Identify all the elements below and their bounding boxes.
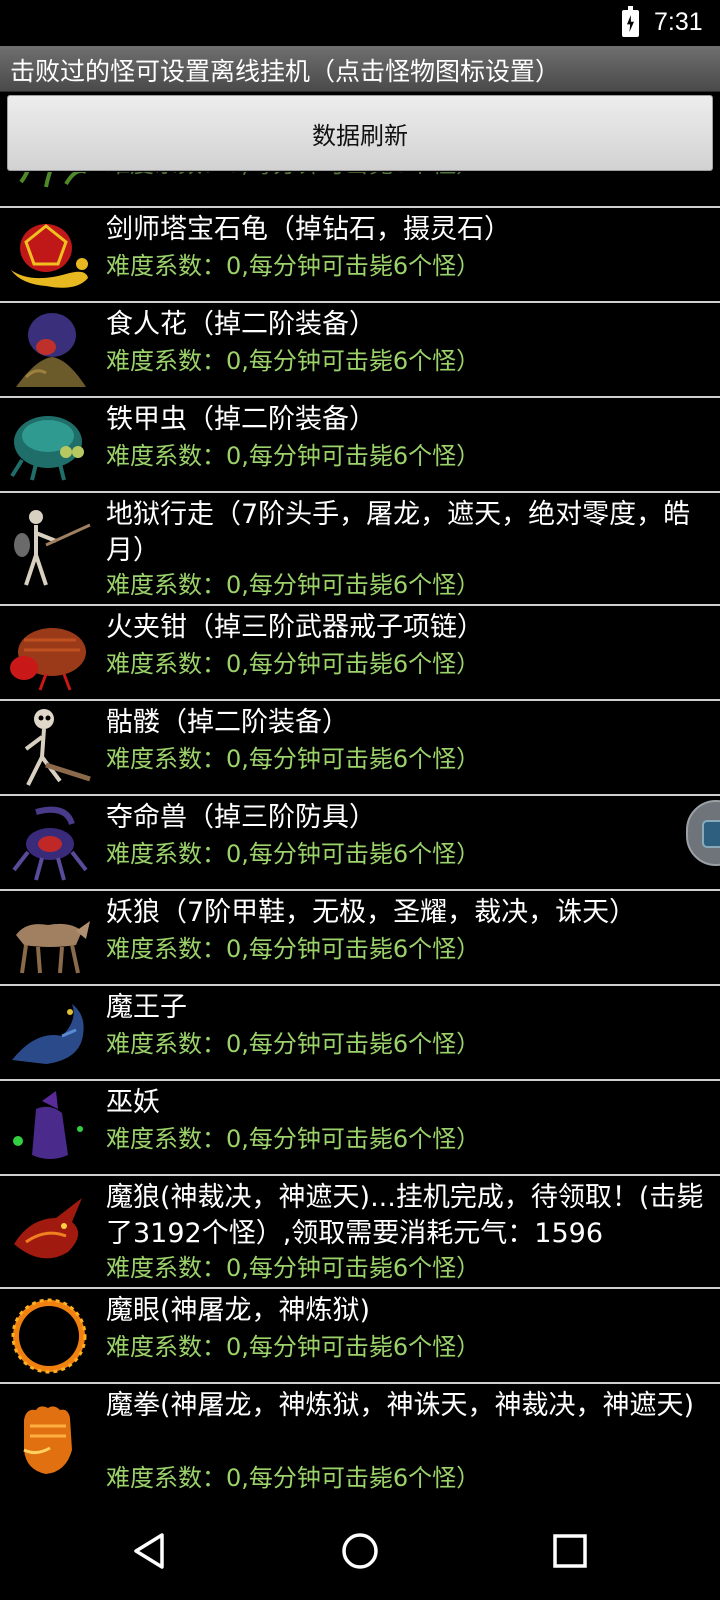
monster-name: 地狱行走（7阶头手，屠龙，遮天，绝对零度，皓月） xyxy=(106,499,691,566)
monster-row[interactable]: 巫妖 难度系数：0,每分钟可击毙6个怪） xyxy=(0,1081,720,1176)
monster-row[interactable]: 铁甲虫（掉二阶装备） 难度系数：0,每分钟可击毙6个怪） xyxy=(0,398,720,493)
monster-name: 魔眼(神屠龙，神炼狱) xyxy=(106,1295,371,1326)
monster-row[interactable]: 妖狼（7阶甲鞋，无极，圣耀，裁决，诛天） 难度系数：0,每分钟可击毙6个怪） xyxy=(0,891,720,986)
monster-row[interactable]: 夺命兽（掉三阶防具） 难度系数：0,每分钟可击毙6个怪） xyxy=(0,796,720,891)
demon-fist-icon[interactable] xyxy=(6,1396,92,1482)
monster-difficulty: 难度系数：0,每分钟可击毙6个怪） xyxy=(106,935,481,963)
monster-name: 火夹钳（掉三阶武器戒子项链） xyxy=(106,612,484,643)
monster-difficulty: 难度系数：0,每分钟可击毙6个怪） xyxy=(106,1464,481,1492)
recents-icon[interactable] xyxy=(548,1529,592,1573)
monster-difficulty: 难度系数：0,每分钟可击毙6个怪） xyxy=(106,1030,481,1058)
page-title: 击败过的怪可设置离线挂机（点击怪物图标设置） xyxy=(10,57,561,86)
monster-difficulty: 难度系数：0,每分钟可击毙6个怪） xyxy=(106,745,481,773)
fire-pincer-crab-icon[interactable] xyxy=(6,610,92,696)
monster-difficulty: 难度系数：0,每分钟可击毙6个怪） xyxy=(106,347,481,375)
monster-row[interactable]: 难度系数：0,每分钟可击毙6个怪） xyxy=(0,172,720,208)
refresh-data-button[interactable]: 数据刷新 xyxy=(7,95,713,171)
back-icon[interactable] xyxy=(128,1529,172,1573)
demon-prince-dragon-icon[interactable] xyxy=(6,990,92,1076)
monster-difficulty: 难度系数：0,每分钟可击毙6个怪） xyxy=(106,840,481,868)
fire-wolf-icon[interactable] xyxy=(6,1188,92,1274)
demon-eye-icon[interactable] xyxy=(6,1293,92,1379)
monster-difficulty: 难度系数：0,每分钟可击毙6个怪） xyxy=(106,442,481,470)
title-bar: 击败过的怪可设置离线挂机（点击怪物图标设置） xyxy=(0,46,720,92)
monster-row[interactable]: 食人花（掉二阶装备） 难度系数：0,每分钟可击毙6个怪） xyxy=(0,303,720,398)
monster-row[interactable]: 地狱行走（7阶头手，屠龙，遮天，绝对零度，皓月） 难度系数：0,每分钟可击毙6个… xyxy=(0,493,720,606)
lich-icon[interactable] xyxy=(6,1085,92,1171)
monster-difficulty: 难度系数：0,每分钟可击毙6个怪） xyxy=(106,172,480,180)
green-plant-monster-icon[interactable] xyxy=(6,172,92,208)
monster-name: 食人花（掉二阶装备） xyxy=(106,309,376,340)
monster-name: 魔拳(神屠龙，神炼狱，神诛天，神裁决，神遮天) xyxy=(106,1390,695,1421)
monster-row[interactable]: 魔眼(神屠龙，神炼狱) 难度系数：0,每分钟可击毙6个怪） xyxy=(0,1289,720,1384)
monster-name: 骷髅（掉二阶装备） xyxy=(106,707,349,738)
monster-list[interactable]: 难度系数：0,每分钟可击毙6个怪） 剑师塔宝石龟（掉钻石，摄灵石） 难度系数：0… xyxy=(0,172,720,1499)
skeleton-icon[interactable] xyxy=(6,705,92,791)
floating-book-icon xyxy=(702,820,720,848)
status-bar: 7:31 xyxy=(0,0,720,46)
monster-difficulty: 难度系数：0,每分钟可击毙6个怪） xyxy=(106,1254,481,1282)
monster-row[interactable]: 魔狼(神裁决，神遮天)...挂机完成，待领取！(击毙了3192个怪）,领取需要消… xyxy=(0,1176,720,1289)
monster-row[interactable]: 魔王子 难度系数：0,每分钟可击毙6个怪） xyxy=(0,986,720,1081)
hell-walker-skeleton-icon[interactable] xyxy=(6,505,92,591)
monster-name: 铁甲虫（掉二阶装备） xyxy=(106,404,376,435)
monster-difficulty: 难度系数：0,每分钟可击毙6个怪） xyxy=(106,1125,481,1153)
man-eating-flower-icon[interactable] xyxy=(6,307,92,393)
monster-difficulty: 难度系数：0,每分钟可击毙6个怪） xyxy=(106,252,481,280)
monster-name: 魔王子 xyxy=(106,992,187,1023)
monster-difficulty: 难度系数：0,每分钟可击毙6个怪） xyxy=(106,1333,481,1361)
monster-row[interactable]: 骷髅（掉二阶装备） 难度系数：0,每分钟可击毙6个怪） xyxy=(0,701,720,796)
demon-wolf-icon[interactable] xyxy=(6,895,92,981)
monster-name: 魔狼(神裁决，神遮天)...挂机完成，待领取！(击毙了3192个怪）,领取需要消… xyxy=(106,1182,704,1249)
scorpion-beast-icon[interactable] xyxy=(6,800,92,886)
monster-difficulty: 难度系数：0,每分钟可击毙6个怪） xyxy=(106,571,481,599)
monster-row[interactable]: 剑师塔宝石龟（掉钻石，摄灵石） 难度系数：0,每分钟可击毙6个怪） xyxy=(0,208,720,303)
battery-charging-icon xyxy=(622,6,639,37)
monster-difficulty: 难度系数：0,每分钟可击毙6个怪） xyxy=(106,650,481,678)
monster-name: 巫妖 xyxy=(106,1087,160,1118)
monster-row[interactable]: 火夹钳（掉三阶武器戒子项链） 难度系数：0,每分钟可击毙6个怪） xyxy=(0,606,720,701)
gem-turtle-icon[interactable] xyxy=(6,212,92,298)
clock: 7:31 xyxy=(654,8,703,36)
monster-row[interactable]: 魔拳(神屠龙，神炼狱，神诛天，神裁决，神遮天) 难度系数：0,每分钟可击毙6个怪… xyxy=(0,1384,720,1499)
monster-name: 剑师塔宝石龟（掉钻石，摄灵石） xyxy=(106,214,511,245)
monster-name: 夺命兽（掉三阶防具） xyxy=(106,802,376,833)
monster-name: 妖狼（7阶甲鞋，无极，圣耀，裁决，诛天） xyxy=(106,897,637,928)
armored-beetle-icon[interactable] xyxy=(6,402,92,488)
home-icon[interactable] xyxy=(338,1529,382,1573)
navigation-bar xyxy=(0,1499,720,1600)
